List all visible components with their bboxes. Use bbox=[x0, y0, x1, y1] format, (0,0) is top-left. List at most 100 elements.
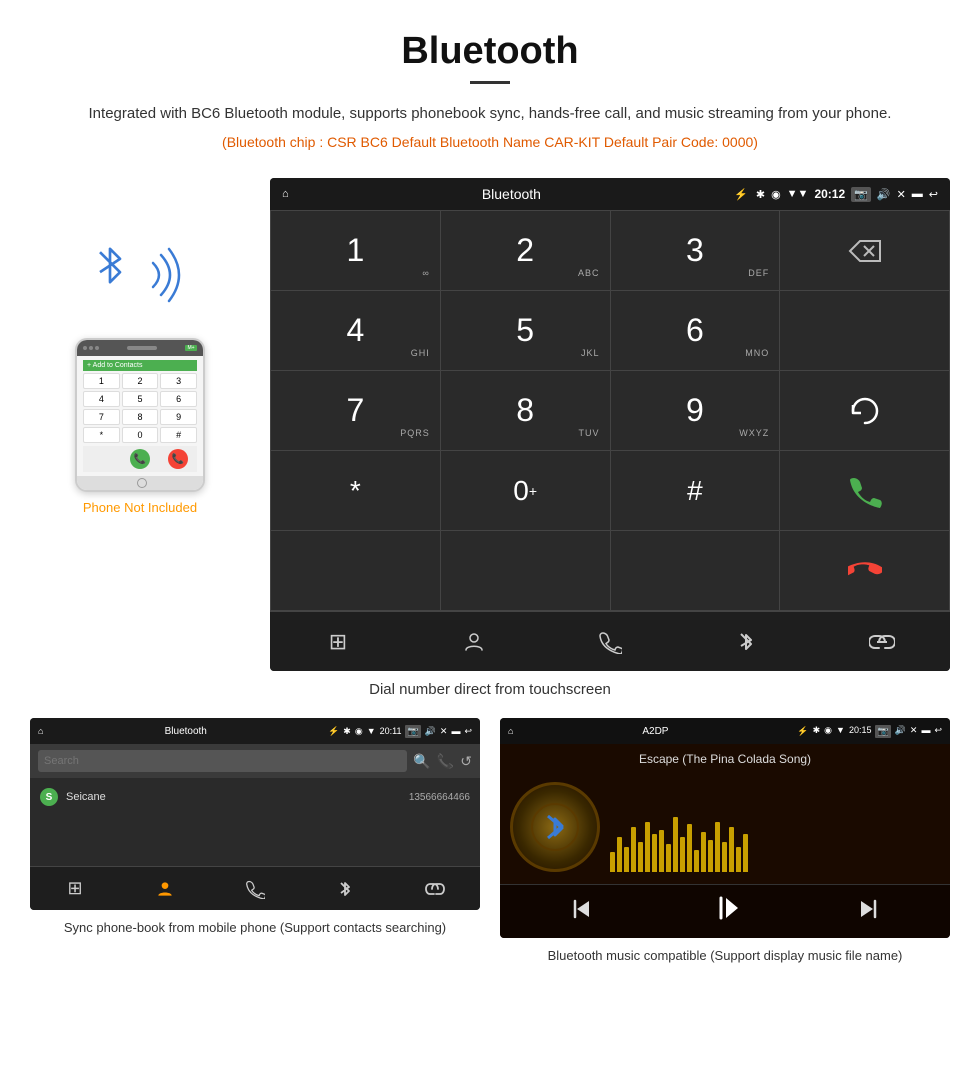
bt-status-icon: ✱ bbox=[756, 188, 765, 201]
key-0[interactable]: 0+ bbox=[441, 451, 611, 531]
eq-bar bbox=[694, 850, 699, 872]
pb-status-bar: ⌂ Bluetooth ⚡ ✱ ◉ ▼ 20:11 📷 🔊 ✕ ▬ ↩ bbox=[30, 718, 480, 744]
dialer-nav-contacts[interactable] bbox=[406, 612, 542, 671]
key-9[interactable]: 9WXYZ bbox=[611, 371, 781, 451]
eq-bar bbox=[722, 842, 727, 872]
music-usb-icon: ⚡ bbox=[797, 726, 808, 737]
eq-bar bbox=[652, 834, 657, 872]
music-home-icon: ⌂ bbox=[508, 726, 513, 736]
key-7[interactable]: 7PQRS bbox=[271, 371, 441, 451]
page-header: Bluetooth Integrated with BC6 Bluetooth … bbox=[0, 0, 980, 178]
pb-contact-row[interactable]: S Seicane 13566664466 bbox=[30, 782, 480, 812]
phone-key-7: 7 bbox=[83, 409, 120, 425]
key-hash[interactable]: # bbox=[611, 451, 781, 531]
pb-window-icon: ▬ bbox=[451, 726, 460, 736]
phone-call-red[interactable]: 📞 bbox=[168, 449, 188, 469]
phone-call-green[interactable]: 📞 bbox=[130, 449, 150, 469]
phone-speaker bbox=[127, 346, 157, 350]
music-note-icon bbox=[530, 802, 580, 852]
equalizer bbox=[610, 812, 940, 872]
music-block: ⌂ A2DP ⚡ ✱ ◉ ▼ 20:15 📷 🔊 ✕ ▬ ↩ Escape (T… bbox=[500, 718, 950, 966]
music-time: 20:15 bbox=[849, 725, 872, 738]
phonebook-block: ⌂ Bluetooth ⚡ ✱ ◉ ▼ 20:11 📷 🔊 ✕ ▬ ↩ bbox=[30, 718, 480, 966]
pb-letter-badge: S bbox=[40, 788, 58, 806]
eq-bar bbox=[645, 822, 650, 872]
prev-track-button[interactable] bbox=[569, 897, 593, 927]
bluetooth-icon-container bbox=[90, 238, 190, 318]
key-star[interactable]: * bbox=[271, 451, 441, 531]
music-vol-icon: 🔊 bbox=[895, 725, 906, 738]
phone-key-star: * bbox=[83, 427, 120, 443]
main-content: M+ + Add to Contacts 1 2 3 4 5 6 7 8 9 * bbox=[0, 178, 980, 671]
phonebook-screen: ⌂ Bluetooth ⚡ ✱ ◉ ▼ 20:11 📷 🔊 ✕ ▬ ↩ bbox=[30, 718, 480, 910]
equalizer-container bbox=[610, 782, 940, 872]
eq-bar bbox=[617, 837, 622, 872]
pb-nav-dialpad[interactable]: ⊞ bbox=[30, 867, 120, 910]
key-4[interactable]: 4GHI bbox=[271, 291, 441, 371]
eq-bar bbox=[708, 840, 713, 872]
dialer-nav-phone[interactable] bbox=[542, 612, 678, 671]
usb-icon: ⚡ bbox=[734, 188, 748, 201]
key-5[interactable]: 5JKL bbox=[441, 291, 611, 371]
key-refresh[interactable] bbox=[780, 371, 950, 451]
pb-close-icon: ✕ bbox=[440, 726, 448, 737]
dialer-caption: Dial number direct from touchscreen bbox=[0, 681, 980, 698]
key-empty-2 bbox=[271, 531, 441, 611]
music-controls bbox=[500, 884, 950, 938]
pb-nav-contacts[interactable] bbox=[120, 867, 210, 910]
refresh-icon bbox=[849, 395, 881, 427]
dialer-nav-bluetooth[interactable] bbox=[678, 612, 814, 671]
key-2[interactable]: 2ABC bbox=[441, 211, 611, 291]
eq-bar bbox=[666, 844, 671, 872]
dialer-nav-dialpad[interactable]: ⊞ bbox=[270, 612, 406, 671]
next-track-button[interactable] bbox=[857, 897, 881, 927]
key-3[interactable]: 3DEF bbox=[611, 211, 781, 291]
key-1[interactable]: 1∞ bbox=[271, 211, 441, 291]
pb-vol-icon: 🔊 bbox=[425, 726, 436, 737]
pb-nav-link[interactable] bbox=[390, 867, 480, 910]
dialer-nav: ⊞ bbox=[270, 611, 950, 671]
pb-nav-bluetooth[interactable] bbox=[300, 867, 390, 910]
phone-screen: + Add to Contacts 1 2 3 4 5 6 7 8 9 * 0 … bbox=[77, 356, 203, 476]
pb-contact-name: Seicane bbox=[66, 791, 401, 803]
pb-contact-list: S Seicane 13566664466 bbox=[30, 778, 480, 866]
pb-bluetooth-icon bbox=[338, 878, 352, 900]
title-divider bbox=[470, 81, 510, 84]
eq-bar bbox=[729, 827, 734, 872]
eq-bar bbox=[736, 847, 741, 872]
pb-bt-icon: ✱ bbox=[343, 726, 351, 737]
phone-key-5: 5 bbox=[122, 391, 159, 407]
play-pause-button[interactable] bbox=[710, 893, 740, 930]
pb-refresh-icon: ↺ bbox=[460, 753, 472, 770]
music-camera-icon: 📷 bbox=[875, 725, 890, 738]
phone-home-button[interactable] bbox=[77, 476, 205, 490]
dialer-nav-link[interactable] bbox=[814, 612, 950, 671]
eq-bar bbox=[638, 842, 643, 872]
bottom-screens: ⌂ Bluetooth ⚡ ✱ ◉ ▼ 20:11 📷 🔊 ✕ ▬ ↩ bbox=[0, 718, 980, 996]
play-pause-icon bbox=[710, 893, 740, 923]
close-status-icon: ✕ bbox=[897, 188, 906, 201]
music-status-bar: ⌂ A2DP ⚡ ✱ ◉ ▼ 20:15 📷 🔊 ✕ ▬ ↩ bbox=[500, 718, 950, 744]
phone-header-bar: + Add to Contacts bbox=[83, 360, 197, 371]
back-icon: ↩ bbox=[929, 188, 938, 201]
key-call-red[interactable] bbox=[780, 531, 950, 611]
key-8[interactable]: 8TUV bbox=[441, 371, 611, 451]
eq-bar bbox=[680, 837, 685, 872]
dialer-screen: ⌂ Bluetooth ⚡ ✱ ◉ ▼▼ 20:12 📷 🔊 ✕ ▬ ↩ 1∞ … bbox=[270, 178, 950, 671]
eq-bar bbox=[701, 832, 706, 872]
key-backspace[interactable] bbox=[780, 211, 950, 291]
eq-bar bbox=[715, 822, 720, 872]
pb-back-icon: ↩ bbox=[464, 726, 472, 737]
pb-search-input[interactable] bbox=[38, 750, 407, 772]
key-call-green[interactable] bbox=[780, 451, 950, 531]
next-icon bbox=[857, 897, 881, 921]
eq-bar bbox=[743, 834, 748, 872]
pb-empty-space bbox=[30, 812, 480, 862]
pb-nav-phone[interactable] bbox=[210, 867, 300, 910]
music-title: A2DP bbox=[517, 726, 793, 737]
key-empty-3 bbox=[441, 531, 611, 611]
key-6[interactable]: 6MNO bbox=[611, 291, 781, 371]
music-status-right: ✱ ◉ ▼ 20:15 📷 🔊 ✕ ▬ ↩ bbox=[813, 725, 942, 738]
link-icon bbox=[869, 629, 895, 655]
keypad-grid: 1∞ 2ABC 3DEF 4GHI 5JKL 6MNO 7PQRS 8TUV 9… bbox=[270, 210, 950, 611]
